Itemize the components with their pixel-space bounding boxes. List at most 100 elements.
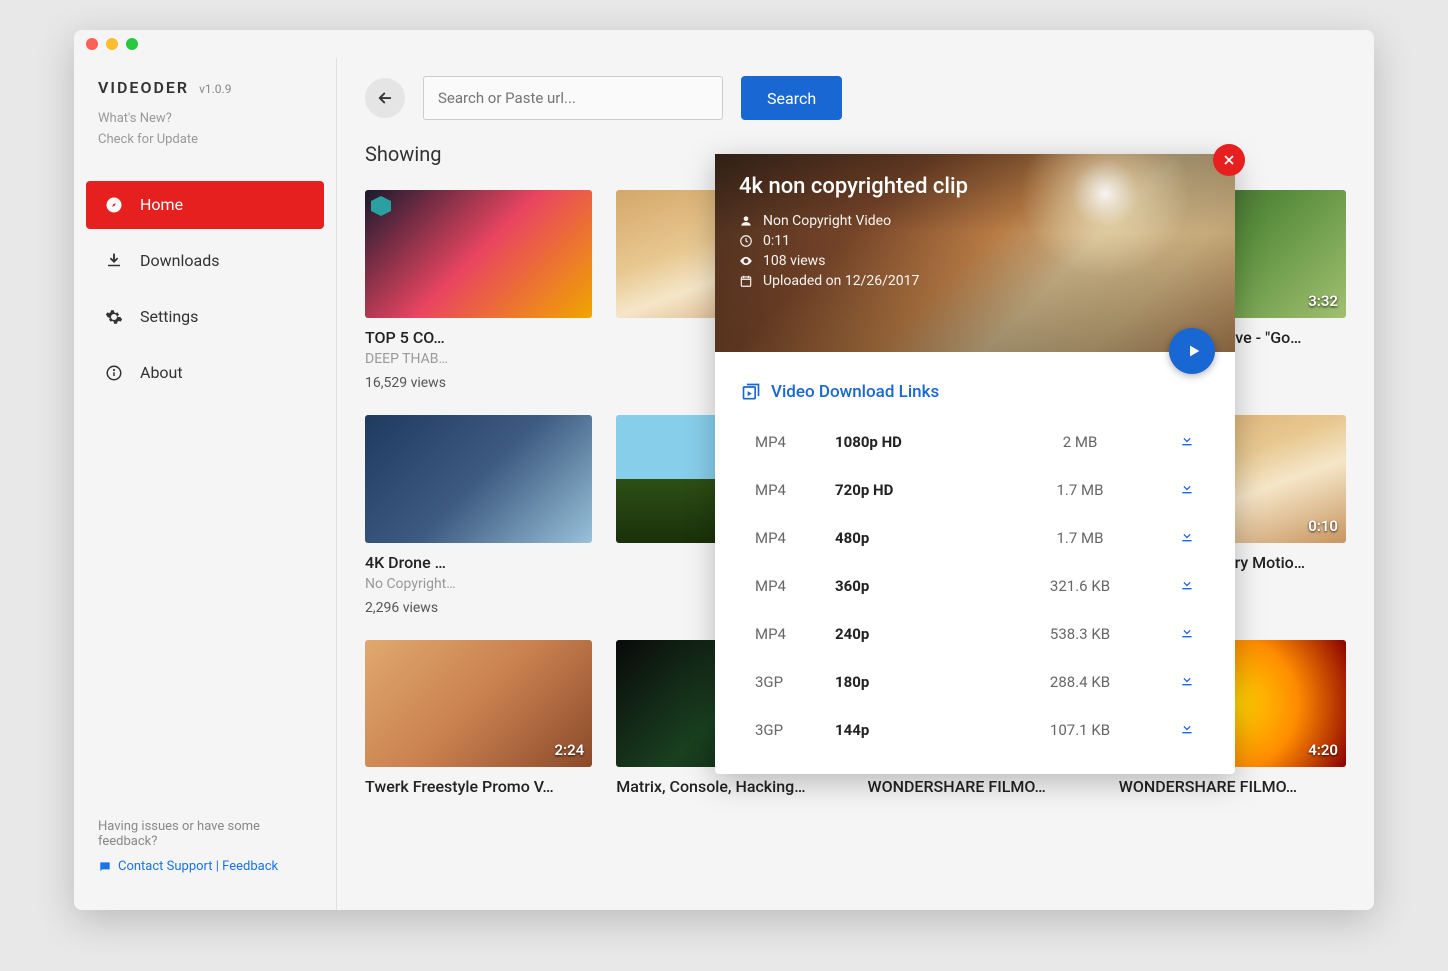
video-title: WONDERSHARE FILMO… bbox=[1119, 777, 1346, 796]
video-views: 2,296 views bbox=[365, 600, 592, 616]
download-row: MP4720p HD1.7 MB bbox=[735, 466, 1215, 514]
video-channel: DEEP THAB… bbox=[365, 351, 592, 367]
dl-size: 538.3 KB bbox=[1025, 625, 1135, 643]
download-row: 3GP144p107.1 KB bbox=[735, 706, 1215, 754]
nav: Home Downloads Settings bbox=[74, 181, 336, 405]
download-icon bbox=[104, 251, 124, 271]
download-button[interactable] bbox=[1135, 480, 1195, 500]
footer-issues-text: Having issues or have some feedback? bbox=[98, 819, 312, 849]
dl-format: MP4 bbox=[755, 433, 835, 451]
download-icon bbox=[1179, 528, 1195, 544]
dl-format: 3GP bbox=[755, 673, 835, 691]
section-title: Video Download Links bbox=[735, 382, 1215, 402]
sidebar-item-label: Settings bbox=[140, 307, 198, 326]
download-icon bbox=[1179, 480, 1195, 496]
sidebar-item-label: Downloads bbox=[140, 251, 219, 270]
dl-quality: 144p bbox=[835, 721, 1025, 739]
modal-hero: 4k non copyrighted clip Non Copyright Vi… bbox=[715, 154, 1235, 352]
sidebar-footer: Having issues or have some feedback? Con… bbox=[74, 819, 336, 890]
search-button[interactable]: Search bbox=[741, 76, 842, 120]
modal-title: 4k non copyrighted clip bbox=[739, 174, 1211, 199]
download-button[interactable] bbox=[1135, 720, 1195, 740]
video-views: 16,529 views bbox=[365, 375, 592, 391]
dl-size: 1.7 MB bbox=[1025, 529, 1135, 547]
video-card[interactable]: 4K Drone … No Copyright… 2,296 views bbox=[365, 415, 592, 616]
meta-uploaded: Uploaded on 12/26/2017 bbox=[739, 273, 1211, 289]
dl-quality: 360p bbox=[835, 577, 1025, 595]
close-button[interactable] bbox=[1213, 144, 1245, 176]
dl-format: MP4 bbox=[755, 577, 835, 595]
download-row: MP4360p321.6 KB bbox=[735, 562, 1215, 610]
video-card[interactable]: 2:24Twerk Freestyle Promo V… bbox=[365, 640, 592, 797]
sidebar-item-home[interactable]: Home bbox=[86, 181, 324, 229]
clock-icon bbox=[739, 234, 753, 248]
download-button[interactable] bbox=[1135, 624, 1195, 644]
back-button[interactable] bbox=[365, 78, 405, 118]
dl-quality: 240p bbox=[835, 625, 1025, 643]
video-card[interactable]: TOP 5 CO… DEEP THAB… 16,529 views bbox=[365, 190, 592, 391]
meta-views: 108 views bbox=[739, 253, 1211, 269]
meta-duration-text: 0:11 bbox=[763, 233, 790, 249]
contact-support-link[interactable]: Contact Support | Feedback bbox=[98, 859, 312, 874]
video-thumbnail bbox=[365, 190, 592, 318]
dl-format: 3GP bbox=[755, 721, 835, 739]
duration-badge: 0:10 bbox=[1308, 517, 1338, 535]
section-title-text: Video Download Links bbox=[771, 382, 939, 402]
window-zoom-dot[interactable] bbox=[126, 38, 138, 50]
download-button[interactable] bbox=[1135, 432, 1195, 452]
calendar-icon bbox=[739, 274, 753, 288]
download-button[interactable] bbox=[1135, 576, 1195, 596]
download-icon bbox=[1179, 624, 1195, 640]
video-title: 4K Drone … bbox=[365, 553, 592, 572]
eye-icon bbox=[739, 254, 753, 268]
play-button[interactable] bbox=[1169, 328, 1215, 374]
main: Search Showing TOP 5 CO…DEEP THAB…16,529… bbox=[336, 58, 1374, 910]
brand: VIDEODER v1.0.9 bbox=[74, 78, 336, 105]
gear-icon bbox=[104, 307, 124, 327]
check-update-link[interactable]: Check for Update bbox=[98, 130, 312, 151]
window-minimize-dot[interactable] bbox=[106, 38, 118, 50]
video-title: WONDERSHARE FILMO… bbox=[868, 777, 1095, 796]
download-icon bbox=[1179, 576, 1195, 592]
video-title: Matrix, Console, Hacking… bbox=[616, 777, 843, 796]
sidebar: VIDEODER v1.0.9 What's New? Check for Up… bbox=[74, 58, 336, 910]
whats-new-link[interactable]: What's New? bbox=[98, 109, 312, 130]
person-icon bbox=[739, 214, 753, 228]
dl-format: MP4 bbox=[755, 625, 835, 643]
meta-duration: 0:11 bbox=[739, 233, 1211, 249]
dl-size: 288.4 KB bbox=[1025, 673, 1135, 691]
search-input[interactable] bbox=[423, 76, 723, 120]
download-row: MP4480p1.7 MB bbox=[735, 514, 1215, 562]
sidebar-item-label: Home bbox=[140, 195, 183, 214]
close-icon bbox=[1222, 153, 1236, 167]
sidebar-item-downloads[interactable]: Downloads bbox=[86, 237, 324, 285]
download-button[interactable] bbox=[1135, 672, 1195, 692]
duration-badge: 3:32 bbox=[1308, 292, 1338, 310]
sidebar-item-settings[interactable]: Settings bbox=[86, 293, 324, 341]
download-icon bbox=[1179, 672, 1195, 688]
dl-quality: 1080p HD bbox=[835, 433, 1025, 451]
video-thumbnail bbox=[365, 415, 592, 543]
meta-uploaded-text: Uploaded on 12/26/2017 bbox=[763, 273, 919, 289]
play-icon bbox=[1186, 343, 1202, 359]
arrow-left-icon bbox=[376, 89, 394, 107]
window-close-dot[interactable] bbox=[86, 38, 98, 50]
compass-icon bbox=[104, 195, 124, 215]
download-modal: 4k non copyrighted clip Non Copyright Vi… bbox=[715, 154, 1235, 774]
source-badge-icon bbox=[371, 196, 391, 216]
video-title: TOP 5 CO… bbox=[365, 328, 592, 347]
dl-format: MP4 bbox=[755, 481, 835, 499]
chat-icon bbox=[98, 860, 112, 874]
footer-link-label: Contact Support | Feedback bbox=[118, 859, 278, 874]
dl-size: 2 MB bbox=[1025, 433, 1135, 451]
download-button[interactable] bbox=[1135, 528, 1195, 548]
download-rows: MP41080p HD2 MBMP4720p HD1.7 MBMP4480p1.… bbox=[735, 418, 1215, 754]
sidebar-item-about[interactable]: About bbox=[86, 349, 324, 397]
video-channel: No Copyright… bbox=[365, 576, 592, 592]
download-row: MP41080p HD2 MB bbox=[735, 418, 1215, 466]
video-library-icon bbox=[741, 382, 761, 402]
meta-views-text: 108 views bbox=[763, 253, 825, 269]
app-window: VIDEODER v1.0.9 What's New? Check for Up… bbox=[74, 30, 1374, 910]
sublinks: What's New? Check for Update bbox=[74, 105, 336, 181]
meta-channel-text: Non Copyright Video bbox=[763, 213, 891, 229]
